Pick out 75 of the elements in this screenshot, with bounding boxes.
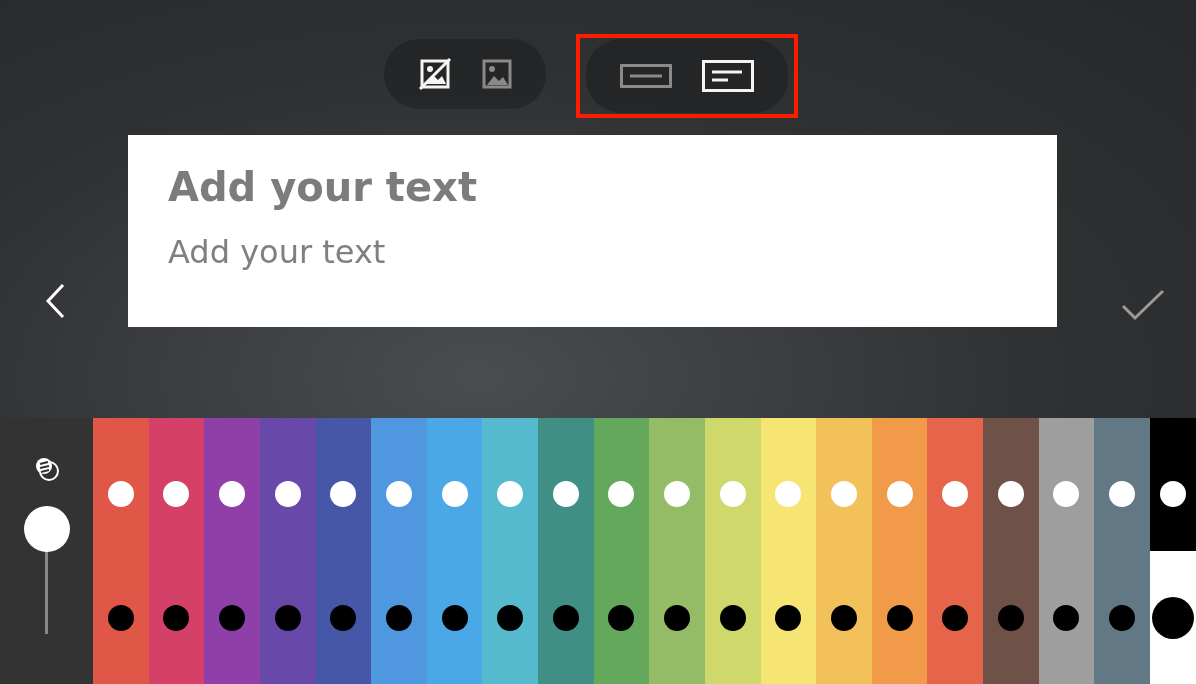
dark-text-dot[interactable] xyxy=(274,605,301,631)
banner-layout-button[interactable] xyxy=(619,64,672,88)
color-swatch[interactable] xyxy=(704,418,761,684)
dark-text-dot[interactable] xyxy=(830,605,857,631)
color-swatch[interactable] xyxy=(93,418,149,684)
color-swatch[interactable] xyxy=(871,418,928,684)
checkmark-icon xyxy=(1121,289,1165,321)
left-aligned-layout-button[interactable] xyxy=(701,60,754,92)
dark-text-dot[interactable] xyxy=(163,605,190,631)
dark-text-dot[interactable] xyxy=(775,605,802,631)
light-text-dot[interactable] xyxy=(385,481,412,507)
dark-text-dot[interactable] xyxy=(1151,597,1194,639)
confirm-button[interactable] xyxy=(1121,289,1165,321)
dark-text-dot[interactable] xyxy=(385,605,412,631)
split-color-swatch[interactable] xyxy=(1149,418,1196,684)
left-aligned-lines-layout-icon xyxy=(701,60,754,92)
color-swatch[interactable] xyxy=(426,418,483,684)
image-icon xyxy=(481,59,512,89)
light-text-dot[interactable] xyxy=(107,481,134,507)
color-swatch[interactable] xyxy=(649,418,705,684)
light-text-dot[interactable] xyxy=(775,481,802,507)
light-text-dot[interactable] xyxy=(719,481,746,507)
light-text-dot[interactable] xyxy=(552,481,579,507)
dark-text-dot[interactable] xyxy=(1109,605,1136,631)
dark-text-dot[interactable] xyxy=(886,605,913,631)
light-text-dot[interactable] xyxy=(497,481,524,507)
color-swatch[interactable] xyxy=(204,418,260,684)
light-text-dot[interactable] xyxy=(1053,481,1080,507)
color-swatch[interactable] xyxy=(816,418,872,684)
back-button[interactable] xyxy=(44,283,66,319)
color-swatch[interactable] xyxy=(259,418,316,684)
light-text-dot[interactable] xyxy=(1109,481,1136,507)
slider-thumb[interactable] xyxy=(23,506,70,552)
light-text-dot[interactable] xyxy=(163,481,190,507)
color-swatch[interactable] xyxy=(315,418,372,684)
light-text-dot[interactable] xyxy=(830,481,857,507)
color-swatch[interactable] xyxy=(148,418,205,684)
dark-text-dot[interactable] xyxy=(997,605,1024,631)
light-text-dot[interactable] xyxy=(441,481,468,507)
no-image-icon xyxy=(417,57,452,91)
dark-text-dot[interactable] xyxy=(441,605,468,631)
centered-line-layout-icon xyxy=(619,64,672,88)
color-swatch[interactable] xyxy=(983,418,1039,684)
image-button[interactable] xyxy=(481,59,512,89)
dark-text-dot[interactable] xyxy=(1053,605,1080,631)
dark-text-dot[interactable] xyxy=(330,605,357,631)
color-swatch[interactable] xyxy=(1038,418,1095,684)
light-text-dot[interactable] xyxy=(1159,481,1186,507)
dark-text-dot[interactable] xyxy=(219,605,246,631)
color-swatch[interactable] xyxy=(593,418,650,684)
light-text-dot[interactable] xyxy=(219,481,246,507)
light-text-dot[interactable] xyxy=(608,481,635,507)
light-text-dot[interactable] xyxy=(942,481,969,507)
light-text-dot[interactable] xyxy=(886,481,913,507)
dark-text-dot[interactable] xyxy=(608,605,635,631)
color-swatch[interactable] xyxy=(760,418,817,684)
light-text-dot[interactable] xyxy=(664,481,691,507)
chevron-left-icon xyxy=(44,283,66,319)
light-text-dot[interactable] xyxy=(274,481,301,507)
no-image-button[interactable] xyxy=(417,57,452,91)
color-swatch[interactable] xyxy=(538,418,594,684)
color-swatch[interactable] xyxy=(371,418,427,684)
dark-text-dot[interactable] xyxy=(942,605,969,631)
light-text-dot[interactable] xyxy=(330,481,357,507)
subtitle-text[interactable]: Add your text xyxy=(168,235,1017,271)
dark-text-dot[interactable] xyxy=(552,605,579,631)
dark-text-dot[interactable] xyxy=(719,605,746,631)
color-swatch[interactable] xyxy=(927,418,983,684)
dark-text-dot[interactable] xyxy=(664,605,691,631)
dark-text-dot[interactable] xyxy=(107,605,134,631)
title-text[interactable]: Add your text xyxy=(168,165,1017,209)
color-swatch[interactable] xyxy=(1094,418,1150,684)
light-text-dot[interactable] xyxy=(997,481,1024,507)
color-swatch[interactable] xyxy=(482,418,538,684)
dark-text-dot[interactable] xyxy=(497,605,524,631)
